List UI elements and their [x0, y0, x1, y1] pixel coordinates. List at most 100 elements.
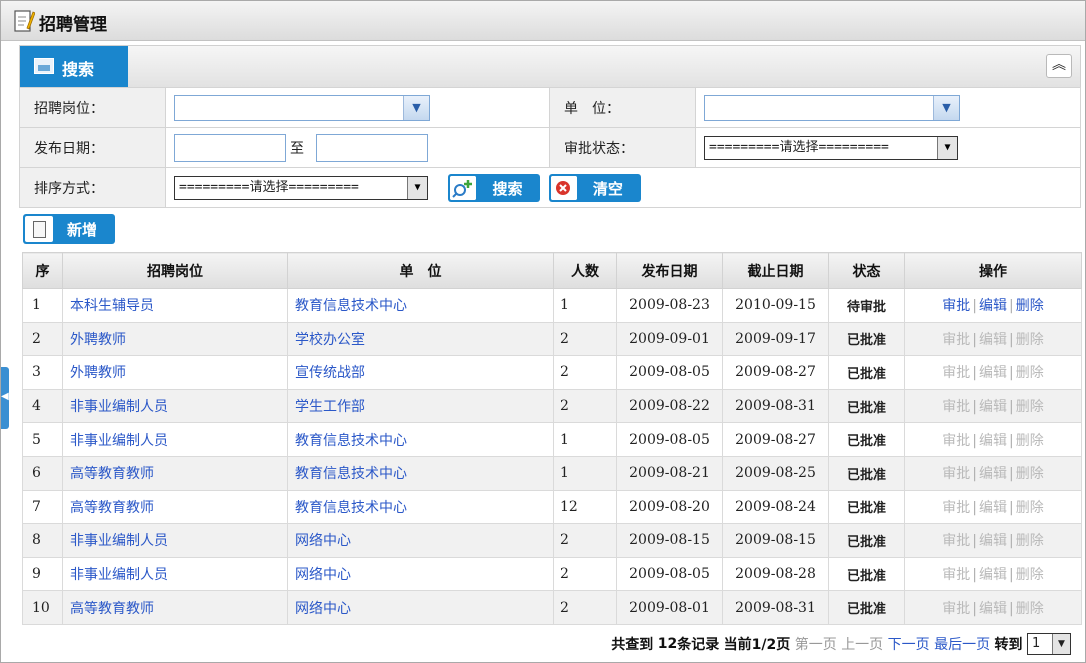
delete-link: 删除	[1015, 499, 1044, 516]
unit-link[interactable]: 教育信息技术中心	[287, 489, 554, 525]
unit-link[interactable]: 网络中心	[287, 556, 554, 592]
position-link[interactable]: 高等教育教师	[62, 590, 288, 625]
new-document-icon	[25, 216, 53, 242]
unit-link[interactable]: 教育信息技术中心	[287, 455, 554, 491]
date-from-input[interactable]	[174, 133, 286, 162]
delete-link[interactable]: 删除	[1016, 298, 1044, 314]
pager-summary-suffix: 条记录	[677, 637, 720, 653]
unit-combobox[interactable]: ▼	[704, 94, 960, 121]
sort-cell: =========请选择========= ▼ 搜索 清空	[165, 167, 1081, 208]
column-header[interactable]: 状态	[828, 252, 905, 289]
edit-link: 编辑	[979, 365, 1007, 382]
edit-link: 编辑	[979, 499, 1007, 516]
sort-label: 排序方式：	[19, 167, 166, 208]
row-actions: 审批 | 编辑 | 删除	[904, 489, 1082, 525]
status-text: 待审批	[828, 288, 905, 323]
position-link[interactable]: 非事业编制人员	[62, 556, 288, 592]
action-separator: |	[972, 298, 977, 315]
approval-status-value: =========请选择=========	[709, 139, 889, 155]
unit-link[interactable]: 网络中心	[287, 523, 554, 558]
unit-link[interactable]: 学生工作部	[287, 388, 554, 424]
position-link[interactable]: 本科生辅导员	[62, 288, 288, 323]
position-link[interactable]: 非事业编制人员	[62, 422, 288, 457]
column-header[interactable]: 截止日期	[722, 252, 829, 289]
side-collapse-handle[interactable]: ◀	[1, 367, 9, 429]
status-text: 已批准	[828, 523, 905, 558]
action-separator: |	[972, 600, 977, 617]
chevron-down-icon[interactable]: ▼	[933, 95, 959, 120]
publish-date: 2009-08-15	[616, 523, 723, 558]
status-text: 已批准	[828, 590, 905, 625]
headcount: 2	[553, 321, 617, 357]
deadline-date: 2009-08-31	[722, 388, 829, 424]
row-actions: 审批 | 编辑 | 删除	[904, 288, 1082, 323]
chevron-down-icon[interactable]: ▼	[1052, 634, 1070, 654]
chevron-down-icon[interactable]: ▼	[407, 176, 427, 199]
add-button-label: 新增	[67, 221, 98, 239]
publish-date-label: 发布日期：	[19, 127, 166, 168]
position-combobox[interactable]: ▼	[174, 94, 430, 121]
page-select[interactable]: 1 ▼	[1027, 633, 1071, 655]
pager-last-link[interactable]: 最后一页	[934, 637, 990, 653]
search-tab[interactable]: 搜索	[20, 46, 128, 88]
position-cell: ▼	[165, 87, 550, 128]
recruitment-table: 序 招聘岗位 单 位 人数 发布日期 截止日期 状态 操作 1 本科生辅导员 教育信…	[22, 252, 1082, 625]
action-separator: |	[1009, 399, 1014, 416]
publish-date: 2009-08-05	[616, 355, 723, 390]
edit-link[interactable]: 编辑	[979, 298, 1007, 314]
delete-link: 删除	[1015, 365, 1044, 382]
unit-link[interactable]: 学校办公室	[287, 321, 554, 357]
position-link[interactable]: 外聘教师	[62, 355, 288, 390]
position-link[interactable]: 非事业编制人员	[62, 388, 288, 424]
chevron-left-icon: ◀	[1, 391, 9, 402]
action-separator: |	[1009, 331, 1014, 348]
pager-next-link[interactable]: 下一页	[888, 637, 930, 653]
position-label: 招聘岗位：	[19, 87, 166, 128]
clear-button[interactable]: 清空	[548, 173, 641, 202]
approval-status-select[interactable]: =========请选择========= ▼	[704, 135, 958, 160]
action-separator: |	[1009, 533, 1014, 550]
position-link[interactable]: 非事业编制人员	[62, 523, 288, 558]
position-link[interactable]: 高等教育教师	[62, 489, 288, 525]
sort-select[interactable]: =========请选择========= ▼	[174, 175, 428, 200]
unit-link[interactable]: 宣传统战部	[287, 355, 554, 390]
column-header[interactable]: 发布日期	[616, 252, 723, 289]
action-separator: |	[1009, 499, 1014, 516]
column-header[interactable]: 序	[22, 252, 63, 289]
chevron-down-icon[interactable]: ▼	[403, 95, 429, 120]
row-number: 8	[22, 523, 63, 558]
approve-link: 审批	[942, 533, 971, 550]
approve-link: 审批	[942, 600, 971, 617]
headcount: 2	[553, 556, 617, 592]
unit-label: 单 位：	[549, 87, 696, 128]
deadline-date: 2010-09-15	[722, 288, 829, 323]
position-link[interactable]: 外聘教师	[62, 321, 288, 357]
headcount: 2	[553, 590, 617, 625]
add-button[interactable]: 新增	[23, 214, 115, 244]
table-row: 4 非事业编制人员 学生工作部 2 2009-08-22 2009-08-31 已批准 审批 |…	[22, 388, 1082, 424]
table-row: 1 本科生辅导员 教育信息技术中心 1 2009-08-23 2010-09-15 待审批审…	[22, 288, 1082, 323]
column-header[interactable]: 招聘岗位	[62, 252, 288, 289]
unit-link[interactable]: 教育信息技术中心	[287, 422, 554, 457]
delete-link: 删除	[1015, 533, 1044, 550]
action-separator: |	[972, 466, 977, 483]
row-actions: 审批 | 编辑 | 删除	[904, 355, 1082, 390]
double-chevron-up-icon: ︽	[1052, 57, 1066, 73]
position-link[interactable]: 高等教育教师	[62, 455, 288, 491]
status-text: 已批准	[828, 422, 905, 457]
unit-link[interactable]: 网络中心	[287, 590, 554, 625]
date-to-input[interactable]	[316, 133, 428, 162]
status-text: 已批准	[828, 455, 905, 491]
column-header[interactable]: 单 位	[287, 252, 554, 289]
chevron-down-icon[interactable]: ▼	[937, 136, 957, 159]
approve-link[interactable]: 审批	[942, 298, 970, 314]
collapse-panel-button[interactable]: ︽	[1046, 54, 1072, 78]
status-text: 已批准	[828, 321, 905, 357]
date-range-separator: 至	[290, 140, 304, 157]
table-row: 10 高等教育教师 网络中心 2 2009-08-01 2009-08-31 已批准 审批 | 编…	[22, 590, 1082, 625]
column-header[interactable]: 人数	[553, 252, 617, 289]
unit-link[interactable]: 教育信息技术中心	[287, 288, 554, 323]
search-button[interactable]: 搜索	[448, 173, 541, 202]
table-row: 7 高等教育教师 教育信息技术中心 12 2009-08-20 2009-08-24 已批准…	[22, 489, 1082, 525]
clear-button-label: 清空	[592, 179, 623, 198]
